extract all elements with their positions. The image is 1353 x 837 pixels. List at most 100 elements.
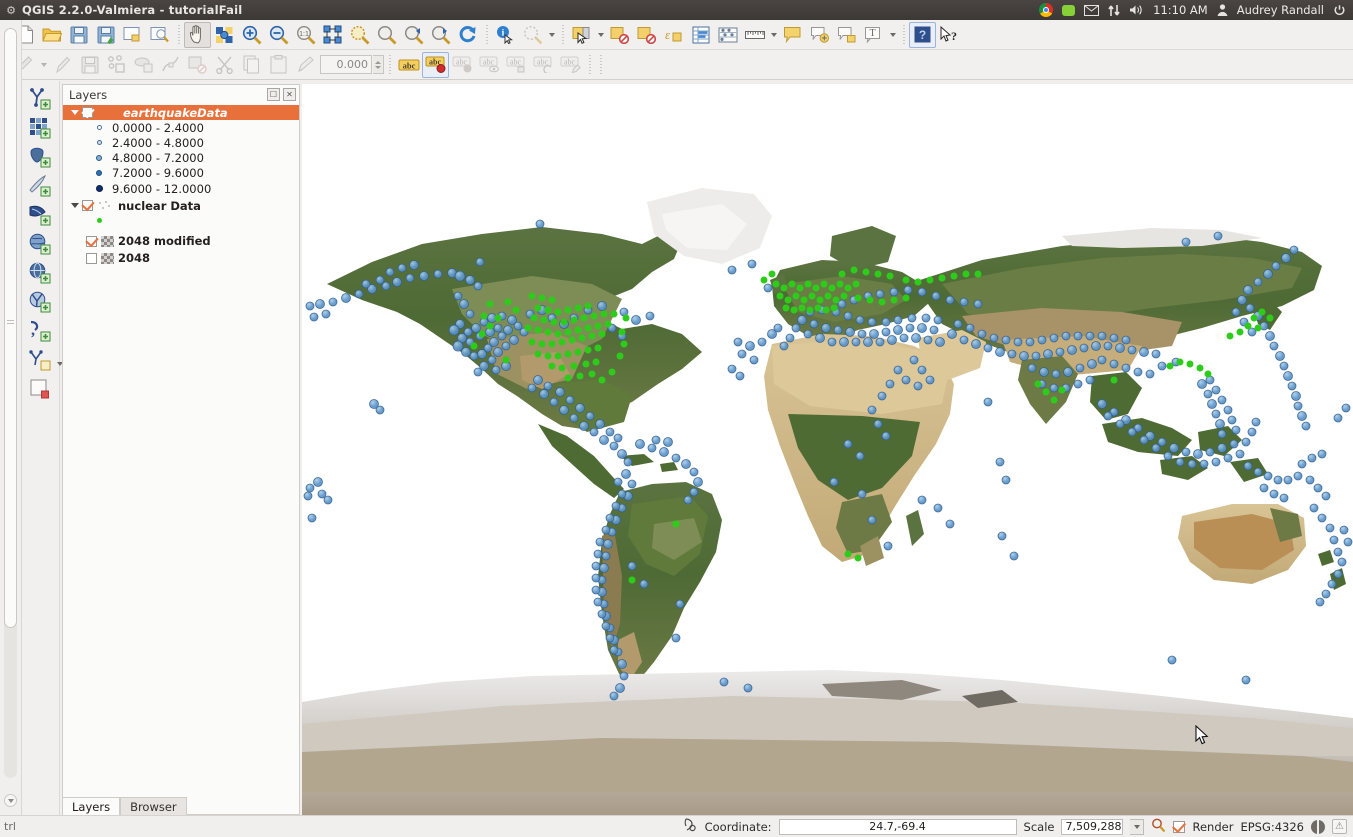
expand-collapse-icon[interactable] [68,110,82,116]
crs-label[interactable]: EPSG:4326 [1240,820,1304,834]
text-annotation-button[interactable]: T [860,22,887,48]
copy-features-button[interactable] [238,52,265,78]
toolbar-grip[interactable] [483,24,490,45]
toolbar-grip[interactable] [386,54,393,75]
layer-visibility-checkbox[interactable] [86,252,97,264]
node-tool-button[interactable] [157,52,184,78]
layer-visibility-checkbox[interactable] [86,235,97,247]
help-button[interactable]: ? [909,21,936,48]
close-icon[interactable]: ✕ [283,88,296,101]
digitizing-value-spinbox[interactable]: 0.000 [320,55,372,74]
map-canvas[interactable] [302,84,1353,815]
messages-icon[interactable] [1062,0,1076,20]
add-wcs-layer-button[interactable] [25,258,57,287]
open-project-button[interactable] [38,22,65,48]
deselect-features-button[interactable] [606,22,633,48]
zoom-in-button[interactable] [238,22,265,48]
pin-labels-button[interactable]: abc [449,52,476,78]
pan-to-selection-button[interactable] [211,22,238,48]
cut-features-button[interactable] [211,52,238,78]
envelope-icon[interactable] [1084,0,1100,20]
select-features-button[interactable] [568,22,595,48]
paste-features-button[interactable] [265,52,292,78]
save-project-button[interactable] [65,22,92,48]
coordinate-input[interactable]: 24.7,-69.4 [778,818,1017,835]
zoom-native-button[interactable]: 1:1 [292,22,319,48]
measure-dropdown-arrow[interactable] [546,22,557,48]
refresh-button[interactable] [454,22,481,48]
move-label-button[interactable]: abc [503,52,530,78]
new-print-composer-button[interactable] [119,22,146,48]
layer-visibility-checkbox[interactable] [82,107,93,119]
composer-manager-button[interactable] [146,22,173,48]
zoom-to-layer-button[interactable] [373,22,400,48]
rotate-label-button[interactable]: abc [530,52,557,78]
form-annotation-button[interactable] [833,22,860,48]
tab-layers[interactable]: Layers [62,797,121,815]
messages-warning-icon[interactable]: ⚠ [1332,819,1347,834]
layer-labeling-options-button[interactable]: abc [395,52,422,78]
render-checkbox[interactable] [1173,820,1186,833]
toolbar-grip[interactable] [175,24,182,45]
map-tips-button[interactable] [779,22,806,48]
new-shapefile-layer-button[interactable] [25,345,63,374]
whats-this-button[interactable]: ? [936,22,963,48]
layer-item-nuclear-data[interactable]: nuclear Data [63,198,299,213]
add-vector-layer-button[interactable] [25,84,57,113]
network-icon[interactable] [1108,0,1120,20]
layer-item-2048-modified[interactable]: 2048 modified [63,234,299,249]
user-name[interactable]: Audrey Randall [1237,3,1324,17]
current-edits-dropdown-arrow[interactable] [38,52,49,78]
digitizing-spinbox-arrows[interactable] [373,55,384,74]
delete-selected-button[interactable] [184,52,211,78]
toolbar-grip[interactable] [586,54,593,75]
save-layer-edits-button[interactable] [76,52,103,78]
select-by-expression-button[interactable]: ε [660,22,687,48]
layer-item-2048[interactable]: 2048 [63,251,299,266]
new-annotation-button[interactable] [806,22,833,48]
change-label-button[interactable]: abc [557,52,584,78]
volume-icon[interactable] [1129,0,1144,20]
add-postgis-layer-button[interactable] [25,142,57,171]
highlight-pinned-labels-button[interactable]: abc [422,51,449,78]
pan-map-button[interactable] [184,21,211,48]
expand-collapse-icon[interactable] [68,203,82,209]
zoom-full-button[interactable] [319,22,346,48]
zoom-to-selection-button[interactable] [346,22,373,48]
annotation-dropdown-arrow[interactable] [887,22,898,48]
left-scrollbar-thumb[interactable] [4,28,17,628]
identify-features-button[interactable]: i [492,22,519,48]
toolbar-grip[interactable] [559,24,566,45]
scale-dropdown-arrow[interactable] [1130,818,1145,835]
add-raster-layer-button[interactable] [25,113,57,142]
add-wms-layer-button[interactable] [25,229,57,258]
scale-input[interactable]: 7,509,288 [1061,818,1124,835]
add-delimited-text-layer-button[interactable]: , [25,316,57,345]
toggle-editing-button[interactable] [49,52,76,78]
open-field-calculator-button[interactable] [714,22,741,48]
add-spatialite-layer-button[interactable] [25,171,57,200]
deselect-all-button[interactable] [633,22,660,48]
power-icon[interactable] [1333,0,1346,20]
zoom-out-button[interactable] [265,22,292,48]
open-attribute-table-button[interactable] [687,22,714,48]
show-hide-labels-button[interactable]: abc [476,52,503,78]
toolbar-grip[interactable] [900,24,907,45]
measure-line-button[interactable] [741,22,768,48]
toolbar-grip[interactable] [597,54,604,75]
measure-line-dropdown-arrow[interactable] [768,22,779,48]
scale-lock-icon[interactable] [1151,818,1166,836]
layer-item-earthquakedata[interactable]: earthquakeData [63,105,299,121]
move-feature-button[interactable] [130,52,157,78]
undo-button[interactable] [292,52,319,78]
select-dropdown-arrow[interactable] [595,22,606,48]
measure-button[interactable] [519,22,546,48]
save-project-as-button[interactable] [92,22,119,48]
remove-layer-button[interactable] [25,374,57,403]
zoom-last-button[interactable] [400,22,427,48]
layer-visibility-checkbox[interactable] [82,200,93,212]
add-mssql-layer-button[interactable] [25,200,57,229]
clock[interactable]: 11:10 AM [1153,3,1208,17]
tab-browser[interactable]: Browser [120,797,187,815]
zoom-next-button[interactable] [427,22,454,48]
